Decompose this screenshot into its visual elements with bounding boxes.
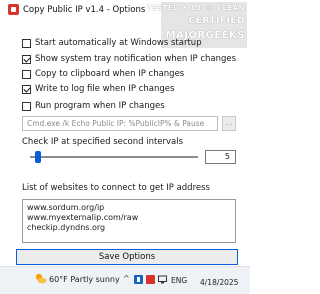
option-run-program[interactable]: Run program when IP changes [22,100,165,112]
interval-slider-track[interactable] [30,156,198,158]
watermark-line: CERTIFIED [188,16,245,26]
taskbar: 60°F Partly sunny ^ ENG 4/18/2025 [0,266,250,294]
browse-button[interactable]: ... [222,116,236,131]
option-label: Copy to clipboard when IP changes [35,69,185,79]
interval-input[interactable]: 5 [205,150,236,164]
language-indicator[interactable]: ENG [171,276,187,285]
watermark-line: TESTED • 100% CLEAN [146,4,245,12]
option-label: Write to log file when IP changes [35,84,175,94]
checkbox[interactable] [22,84,31,94]
checkbox[interactable] [22,38,31,48]
app-tray-icon[interactable] [134,275,143,284]
tray-overflow-chevron-icon[interactable]: ^ [123,274,130,283]
window-title: Copy Public IP v1.4 - Options [23,5,146,15]
websites-textarea[interactable]: www.sordum.org/ip www.myexternalip.com/r… [22,199,236,243]
checkbox[interactable] [22,69,31,79]
app-icon [8,4,19,15]
website-entry: www.myexternalip.com/raw [27,213,139,222]
website-entry: www.sordum.org/ip [27,203,105,212]
sordum-tray-icon[interactable] [146,275,155,284]
interval-slider-thumb[interactable] [34,151,41,163]
option-tray-notification[interactable]: Show system tray notification when IP ch… [22,53,236,65]
clock-date[interactable]: 4/18/2025 [200,278,238,287]
website-entry: checkip.dyndns.org [27,223,106,232]
option-start-automatically[interactable]: Start automatically at Windows startup [22,37,202,49]
command-field[interactable]: Cmd.exe /k Echo Public IP: %PublicIP% & … [22,116,218,131]
partly-sunny-icon[interactable] [34,273,47,284]
websites-label: List of websites to connect to get IP ad… [22,183,210,193]
option-write-log[interactable]: Write to log file when IP changes [22,83,174,95]
option-label: Start automatically at Windows startup [35,38,202,48]
option-label: Run program when IP changes [35,101,165,111]
checkbox[interactable] [22,54,31,64]
checkbox[interactable] [22,101,31,111]
option-label: Show system tray notification when IP ch… [35,54,237,64]
interval-label: Check IP at specified second intervals [22,137,184,147]
weather-label[interactable]: 60°F Partly sunny [49,275,120,284]
option-copy-clipboard[interactable]: Copy to clipboard when IP changes [22,68,184,80]
network-icon[interactable] [158,275,167,284]
save-options-button[interactable]: Save Options [16,249,238,265]
